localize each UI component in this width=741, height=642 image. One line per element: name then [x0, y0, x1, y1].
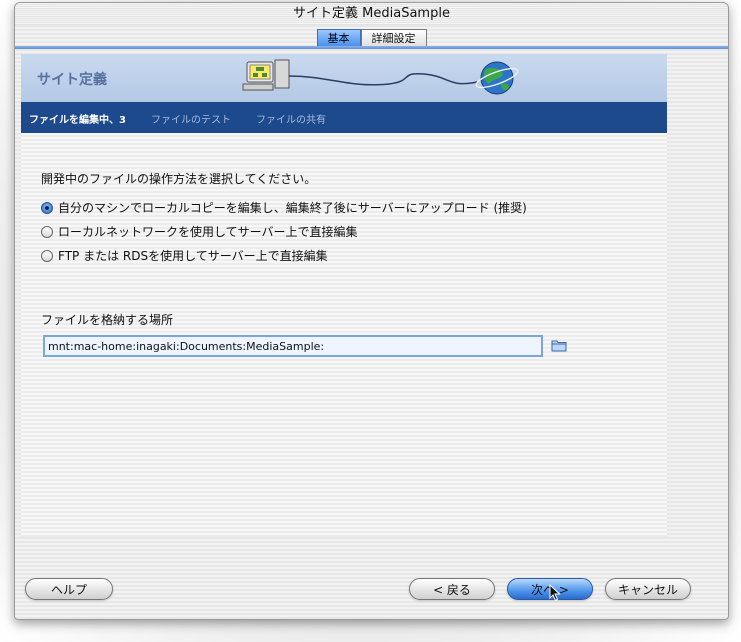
header-illustration	[242, 59, 519, 95]
option-ftp-rds-label: FTP または RDSを使用してサーバー上で直接編集	[58, 249, 328, 263]
window-title: サイト定義 MediaSample	[293, 6, 450, 21]
site-definition-window: サイト定義 MediaSample 基本 詳細設定 サイト定義 ファイルを編集中…	[14, 2, 729, 620]
cable	[288, 72, 478, 86]
wizard-header: サイト定義	[21, 54, 667, 102]
globe-icon	[475, 61, 519, 95]
cancel-button[interactable]: キャンセル	[605, 578, 691, 600]
header-title: サイト定義	[37, 72, 107, 88]
step-testing: ファイルのテスト	[151, 115, 231, 126]
title-bar[interactable]: サイト定義 MediaSample	[15, 3, 728, 25]
wizard-steps: ファイルを編集中、3 ファイルのテスト ファイルの共有	[21, 102, 667, 133]
storage-location-label: ファイルを格納する場所	[41, 313, 174, 327]
option-local-network[interactable]: ローカルネットワークを使用してサーバー上で直接編集	[41, 223, 358, 240]
wizard-content: サイト定義 ファイルを編集中、3 ファイルのテスト ファイルの共有 開発中のファ…	[21, 49, 667, 537]
folder-icon[interactable]	[551, 339, 567, 352]
prompt-text: 開発中のファイルの操作方法を選択してください。	[41, 172, 317, 186]
radio-local-network[interactable]	[41, 225, 53, 238]
cursor-icon	[549, 584, 561, 602]
help-button[interactable]: ヘルプ	[25, 578, 113, 600]
computer-icon	[242, 59, 290, 91]
option-local-copy-label: 自分のマシンでローカルコピーを編集し、編集終了後にサーバーにアップロード (推奨…	[58, 201, 527, 215]
step-sharing: ファイルの共有	[256, 115, 326, 126]
option-ftp-rds[interactable]: FTP または RDSを使用してサーバー上で直接編集	[41, 247, 328, 264]
radio-ftp-rds[interactable]	[41, 249, 53, 262]
option-local-copy[interactable]: 自分のマシンでローカルコピーを編集し、編集終了後にサーバーにアップロード (推奨…	[41, 199, 527, 216]
back-button[interactable]: < 戻る	[409, 578, 495, 600]
step-editing: ファイルを編集中、3	[29, 115, 126, 126]
radio-local-copy[interactable]	[41, 201, 53, 214]
storage-path-input[interactable]	[43, 335, 543, 357]
tab-strip: 基本 詳細設定	[15, 27, 728, 49]
option-local-network-label: ローカルネットワークを使用してサーバー上で直接編集	[58, 225, 358, 239]
wizard-body: 開発中のファイルの操作方法を選択してください。 自分のマシンでローカルコピーを編…	[21, 133, 667, 537]
